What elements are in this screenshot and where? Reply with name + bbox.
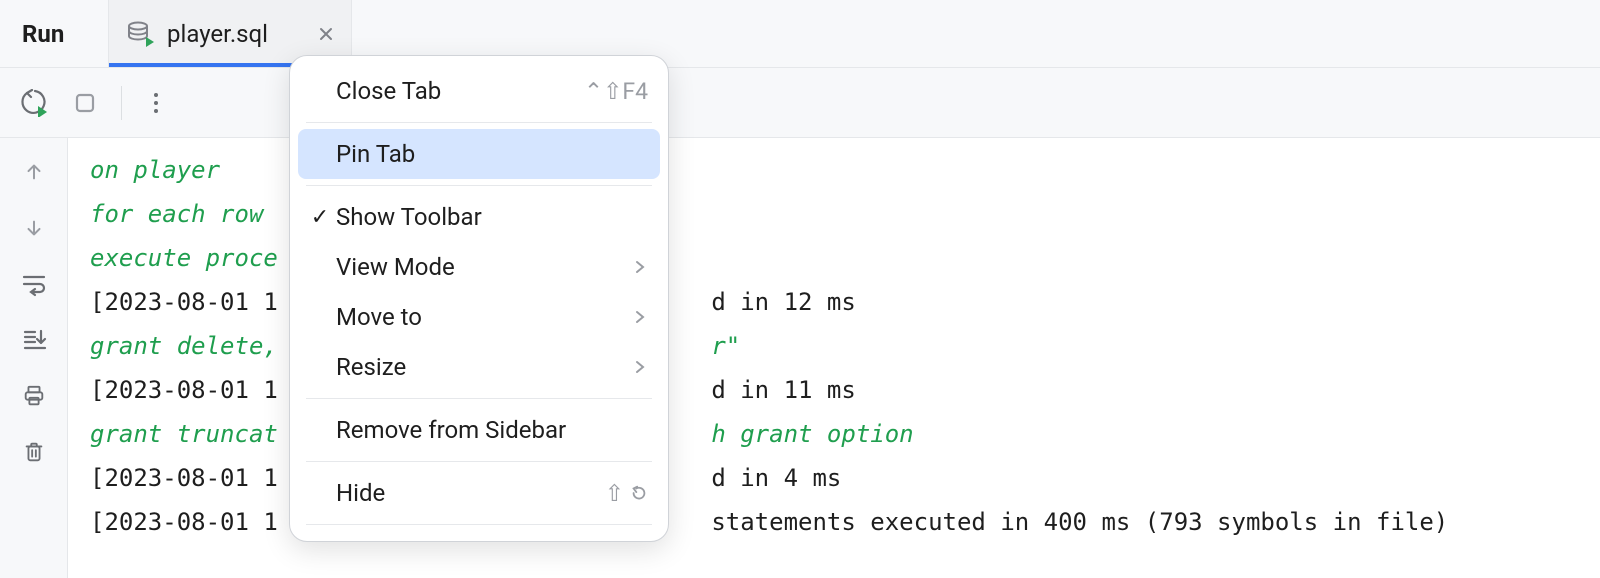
menu-label: Pin Tab xyxy=(334,140,648,168)
panel-title: Run xyxy=(0,0,108,67)
trash-button[interactable] xyxy=(14,432,54,472)
menu-remove-from-sidebar[interactable]: Remove from Sidebar xyxy=(290,405,668,455)
more-actions-button[interactable] xyxy=(136,83,176,123)
chevron-right-icon xyxy=(632,359,648,375)
output-line: d in 12 ms xyxy=(711,288,856,316)
menu-separator xyxy=(306,185,652,186)
output-line: statements executed in 400 ms (793 symbo… xyxy=(711,508,1448,536)
menu-separator xyxy=(306,122,652,123)
menu-view-mode[interactable]: View Mode xyxy=(290,242,668,292)
menu-separator xyxy=(306,461,652,462)
toolbar-separator xyxy=(121,86,122,120)
tab-label: player.sql xyxy=(167,20,268,48)
menu-pin-tab[interactable]: Pin Tab xyxy=(298,129,660,179)
up-button[interactable] xyxy=(14,152,54,192)
kebab-icon xyxy=(154,93,158,113)
menu-label: Show Toolbar xyxy=(334,203,648,231)
chevron-right-icon xyxy=(632,309,648,325)
output-line: d in 4 ms xyxy=(711,464,841,492)
down-button[interactable] xyxy=(14,208,54,248)
panel-title-text: Run xyxy=(22,20,64,48)
run-body: on player for each row execute proce [20… xyxy=(0,138,1600,578)
close-tab-icon[interactable] xyxy=(319,27,333,41)
output-line: [2023-08-01 1 xyxy=(90,376,278,404)
output-line: [2023-08-01 1 xyxy=(90,288,278,316)
menu-label: Close Tab xyxy=(334,77,584,105)
menu-label: Remove from Sidebar xyxy=(334,416,648,444)
tab-context-menu: Close Tab ⌃⇧F4 Pin Tab ✓ Show Toolbar Vi… xyxy=(289,55,669,542)
menu-resize[interactable]: Resize xyxy=(290,342,668,392)
output-line: h grant option xyxy=(711,420,913,448)
output-line: [2023-08-01 1 xyxy=(90,464,278,492)
left-tool-column xyxy=(0,138,68,578)
output-line: on player xyxy=(90,156,220,184)
menu-label: Hide xyxy=(334,479,605,507)
menu-shortcut: ⌃⇧F4 xyxy=(584,78,648,105)
menu-separator xyxy=(306,398,652,399)
soft-wrap-button[interactable] xyxy=(14,264,54,304)
output-line: grant truncat xyxy=(90,420,278,448)
rerun-button[interactable] xyxy=(15,83,55,123)
menu-move-to[interactable]: Move to xyxy=(290,292,668,342)
menu-label: Resize xyxy=(334,353,632,381)
menu-show-toolbar[interactable]: ✓ Show Toolbar xyxy=(290,192,668,242)
menu-label: Move to xyxy=(334,303,632,331)
output-line: [2023-08-01 1 xyxy=(90,508,278,536)
submenu-indicator xyxy=(632,359,648,375)
output-line: grant delete, xyxy=(90,332,278,360)
print-button[interactable] xyxy=(14,376,54,416)
menu-separator xyxy=(306,524,652,525)
menu-close-tab[interactable]: Close Tab ⌃⇧F4 xyxy=(290,66,668,116)
stop-button[interactable] xyxy=(65,83,105,123)
menu-shortcut: ⇧ xyxy=(605,480,648,507)
check-icon: ✓ xyxy=(306,205,334,230)
submenu-indicator xyxy=(632,259,648,275)
menu-label: View Mode xyxy=(334,253,632,281)
output-line: for each row xyxy=(90,200,263,228)
scroll-to-end-button[interactable] xyxy=(14,320,54,360)
escape-icon xyxy=(630,484,648,502)
output-line: d in 11 ms xyxy=(711,376,856,404)
tool-window-header: Run player.sql xyxy=(0,0,1600,68)
run-sql-icon xyxy=(127,20,155,48)
submenu-indicator xyxy=(632,309,648,325)
chevron-right-icon xyxy=(632,259,648,275)
output-line: r" xyxy=(711,332,740,360)
menu-hide[interactable]: Hide ⇧ xyxy=(290,468,668,518)
output-line: execute proce xyxy=(90,244,278,272)
run-toolbar xyxy=(0,68,1600,138)
